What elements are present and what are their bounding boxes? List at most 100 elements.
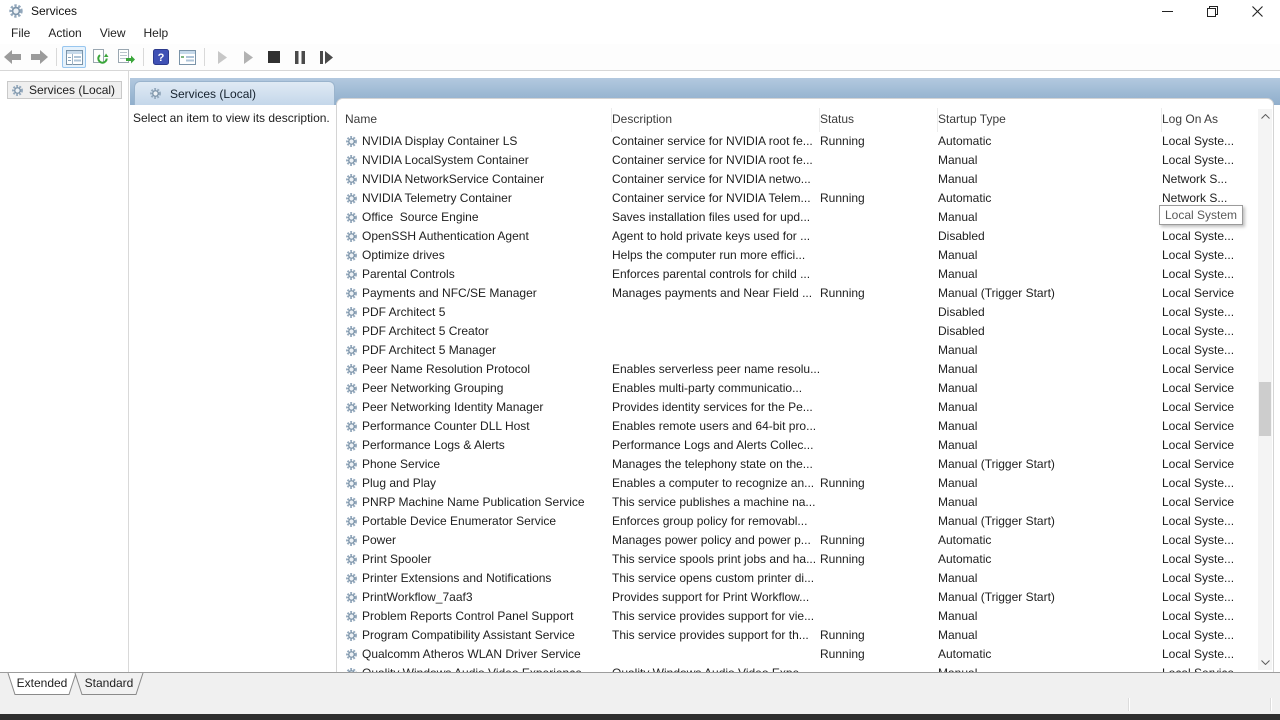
close-button[interactable] bbox=[1235, 0, 1280, 22]
table-row[interactable]: NVIDIA Display Container LS Container se… bbox=[337, 132, 1273, 151]
table-row[interactable]: PDF Architect 5 Manager Manual Local Sys… bbox=[337, 341, 1273, 360]
service-status-cell: Running bbox=[820, 626, 938, 645]
menu-action[interactable]: Action bbox=[39, 23, 90, 43]
service-logon-cell: Local Service bbox=[1162, 436, 1273, 455]
table-row[interactable]: Peer Networking Grouping Enables multi-p… bbox=[337, 379, 1273, 398]
table-row[interactable]: Office Source Engine Saves installation … bbox=[337, 208, 1273, 227]
forward-button[interactable] bbox=[27, 46, 51, 68]
service-name-cell: NVIDIA Display Container LS bbox=[337, 132, 612, 151]
service-gear-icon bbox=[345, 306, 358, 319]
console-tree-icon bbox=[66, 50, 83, 65]
console-root-tab[interactable]: Services (Local) bbox=[134, 81, 335, 105]
table-row[interactable]: Quality Windows Audio Video Experience Q… bbox=[337, 664, 1273, 672]
service-description-cell: This service spools print jobs and ha... bbox=[612, 550, 820, 569]
scroll-down-button[interactable] bbox=[1258, 655, 1272, 670]
statusbar-separator bbox=[1128, 698, 1129, 711]
table-row[interactable]: Plug and Play Enables a computer to reco… bbox=[337, 474, 1273, 493]
sidebar-item-services-local[interactable]: Services (Local) bbox=[7, 81, 122, 99]
table-row[interactable]: NVIDIA Telemetry Container Container ser… bbox=[337, 189, 1273, 208]
resume-service-button[interactable] bbox=[236, 46, 260, 68]
scroll-up-button[interactable] bbox=[1258, 109, 1272, 124]
refresh-button[interactable] bbox=[88, 46, 112, 68]
table-row[interactable]: PDF Architect 5 Disabled Local Syste... bbox=[337, 303, 1273, 322]
tab-standard[interactable]: Standard bbox=[74, 673, 144, 695]
table-row[interactable]: PrintWorkflow_7aaf3 Provides support for… bbox=[337, 588, 1273, 607]
table-row[interactable]: Peer Networking Identity Manager Provide… bbox=[337, 398, 1273, 417]
service-name-cell: Peer Name Resolution Protocol bbox=[337, 360, 612, 379]
scrollbar-thumb[interactable] bbox=[1259, 382, 1271, 436]
restart-icon bbox=[320, 51, 333, 64]
table-row[interactable]: NVIDIA LocalSystem Container Container s… bbox=[337, 151, 1273, 170]
table-row[interactable]: Program Compatibility Assistant Service … bbox=[337, 626, 1273, 645]
service-logon-cell: Local Syste... bbox=[1162, 341, 1273, 360]
column-header-status[interactable]: Status bbox=[820, 108, 938, 132]
table-row[interactable]: NVIDIA NetworkService Container Containe… bbox=[337, 170, 1273, 189]
column-header-description[interactable]: Description bbox=[612, 108, 820, 132]
show-console-tree-button[interactable] bbox=[62, 46, 86, 68]
table-row[interactable]: Parental Controls Enforces parental cont… bbox=[337, 265, 1273, 284]
tab-extended[interactable]: Extended bbox=[7, 673, 77, 695]
title-bar: Services bbox=[0, 0, 1280, 22]
menu-view[interactable]: View bbox=[91, 23, 135, 43]
service-gear-icon bbox=[345, 610, 358, 623]
export-list-icon bbox=[118, 49, 135, 65]
tab-extended-label: Extended bbox=[7, 676, 77, 690]
service-logon-cell: Local Syste... bbox=[1162, 246, 1273, 265]
service-gear-icon bbox=[345, 325, 358, 338]
service-logon-cell: Local Service bbox=[1162, 493, 1273, 512]
service-name-cell: Plug and Play bbox=[337, 474, 612, 493]
restore-button[interactable] bbox=[1190, 0, 1235, 22]
help-button[interactable]: ? bbox=[149, 46, 173, 68]
stop-service-button[interactable] bbox=[262, 46, 286, 68]
service-startup-type-cell: Automatic bbox=[938, 132, 1162, 151]
table-row[interactable]: Problem Reports Control Panel Support Th… bbox=[337, 607, 1273, 626]
table-row[interactable]: Performance Logs & Alerts Performance Lo… bbox=[337, 436, 1273, 455]
menu-help[interactable]: Help bbox=[135, 23, 178, 43]
service-gear-icon bbox=[345, 477, 358, 490]
table-row[interactable]: Performance Counter DLL Host Enables rem… bbox=[337, 417, 1273, 436]
service-logon-cell: Local Syste... bbox=[1162, 322, 1273, 341]
minimize-icon bbox=[1162, 6, 1173, 17]
back-button[interactable] bbox=[1, 46, 25, 68]
minimize-button[interactable] bbox=[1145, 0, 1190, 22]
menu-file[interactable]: File bbox=[2, 23, 39, 43]
table-row[interactable]: Printer Extensions and Notifications Thi… bbox=[337, 569, 1273, 588]
service-name-cell: NVIDIA Telemetry Container bbox=[337, 189, 612, 208]
table-row[interactable]: Qualcomm Atheros WLAN Driver Service Run… bbox=[337, 645, 1273, 664]
help-icon: ? bbox=[153, 49, 169, 65]
restart-service-button[interactable] bbox=[314, 46, 338, 68]
table-row[interactable]: PNRP Machine Name Publication Service Th… bbox=[337, 493, 1273, 512]
column-header-name[interactable]: Name bbox=[337, 108, 612, 132]
service-status-cell bbox=[820, 512, 938, 531]
column-header-row: Name Description Status Startup Type Log… bbox=[337, 99, 1273, 132]
table-row[interactable]: PDF Architect 5 Creator Disabled Local S… bbox=[337, 322, 1273, 341]
table-row[interactable]: Print Spooler This service spools print … bbox=[337, 550, 1273, 569]
service-description-cell: Enforces group policy for removabl... bbox=[612, 512, 820, 531]
table-row[interactable]: Portable Device Enumerator Service Enfor… bbox=[337, 512, 1273, 531]
service-gear-icon bbox=[345, 382, 358, 395]
table-row[interactable]: OpenSSH Authentication Agent Agent to ho… bbox=[337, 227, 1273, 246]
logon-tooltip: Local System bbox=[1159, 205, 1243, 225]
column-header-startup-type[interactable]: Startup Type bbox=[938, 108, 1162, 132]
table-row[interactable]: Optimize drives Helps the computer run m… bbox=[337, 246, 1273, 265]
table-row[interactable]: Power Manages power policy and power p..… bbox=[337, 531, 1273, 550]
show-action-pane-button[interactable] bbox=[175, 46, 199, 68]
pause-service-button[interactable] bbox=[288, 46, 312, 68]
service-startup-type-cell: Manual bbox=[938, 151, 1162, 170]
service-name-cell: PNRP Machine Name Publication Service bbox=[337, 493, 612, 512]
column-header-log-on-as[interactable]: Log On As bbox=[1162, 108, 1273, 132]
service-logon-cell: Network S... bbox=[1162, 170, 1273, 189]
table-row[interactable]: Payments and NFC/SE Manager Manages paym… bbox=[337, 284, 1273, 303]
service-logon-cell: Local Syste... bbox=[1162, 265, 1273, 284]
service-name-cell: Office Source Engine bbox=[337, 208, 612, 227]
service-status-cell bbox=[820, 455, 938, 474]
service-gear-icon bbox=[345, 401, 358, 414]
services-list-panel: Name Description Status Startup Type Log… bbox=[336, 98, 1274, 672]
start-service-button[interactable] bbox=[210, 46, 234, 68]
export-list-button[interactable] bbox=[114, 46, 138, 68]
table-row[interactable]: Phone Service Manages the telephony stat… bbox=[337, 455, 1273, 474]
service-logon-cell: Local Syste... bbox=[1162, 474, 1273, 493]
service-description-cell: Container service for NVIDIA root fe... bbox=[612, 151, 820, 170]
table-row[interactable]: Peer Name Resolution Protocol Enables se… bbox=[337, 360, 1273, 379]
vertical-scrollbar[interactable] bbox=[1258, 109, 1272, 670]
